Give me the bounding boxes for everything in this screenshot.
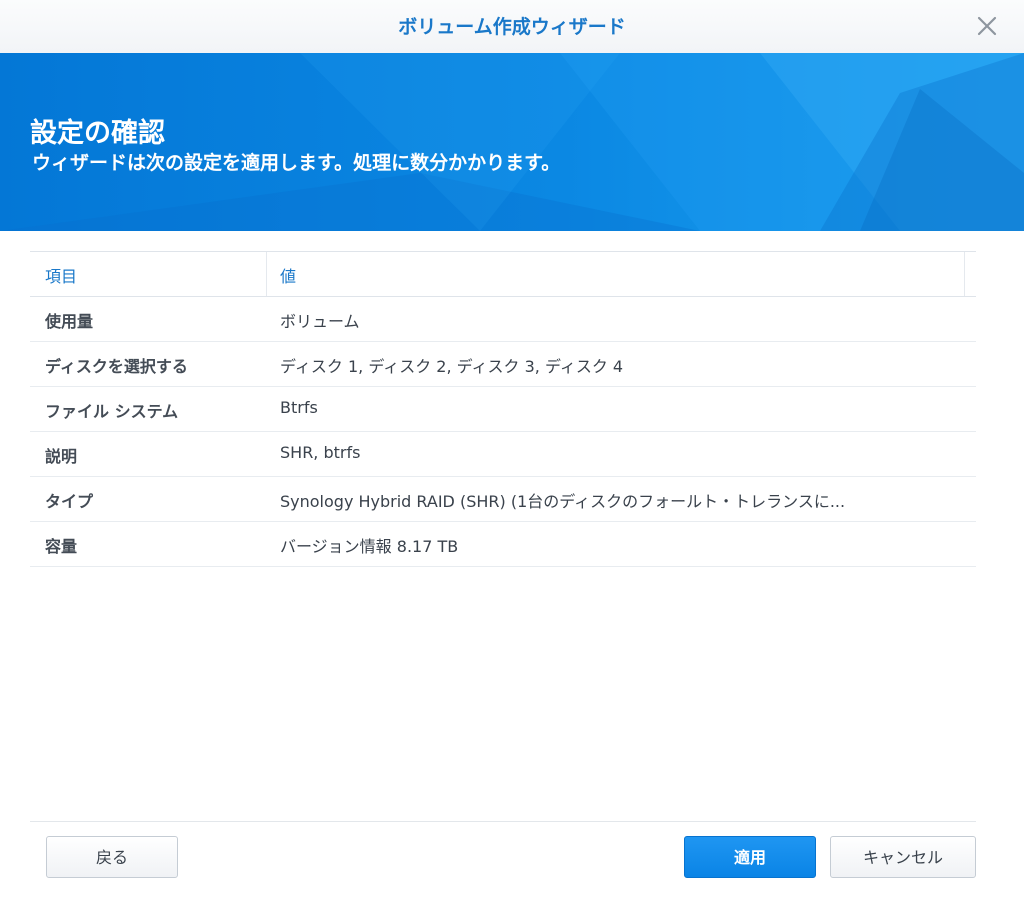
step-banner: 設定の確認 ウィザードは次の設定を適用します。処理に数分かかります。 xyxy=(0,53,1024,231)
row-value-capacity: バージョン情報 8.17 TB xyxy=(280,537,459,556)
dialog-titlebar: ボリューム作成ウィザード xyxy=(0,0,1024,54)
table-row[interactable]: 説明 SHR, btrfs xyxy=(30,432,976,477)
volume-wizard-dialog: ボリューム作成ウィザード 設定の確認 ウィザードは次の設定を適用します。処理に数… xyxy=(0,0,1024,898)
banner-subtitle: ウィザードは次の設定を適用します。処理に数分かかります。 xyxy=(32,152,561,174)
row-value-type: Synology Hybrid RAID (SHR) (1台のディスクのフォール… xyxy=(280,492,846,511)
table-row[interactable]: ディスクを選択する ディスク 1, ディスク 2, ディスク 3, ディスク 4 xyxy=(30,342,976,387)
row-value-disks: ディスク 1, ディスク 2, ディスク 3, ディスク 4 xyxy=(280,357,624,376)
row-value-usage: ボリューム xyxy=(280,312,360,331)
back-button[interactable]: 戻る xyxy=(46,836,178,878)
close-icon xyxy=(977,16,997,36)
dialog-footer: 戻る 適用 キャンセル xyxy=(30,821,976,898)
settings-table: 項目 値 使用量 ボリューム ディスクを選択する ディスク 1, ディスク 2,… xyxy=(30,251,976,567)
cancel-button[interactable]: キャンセル xyxy=(830,836,976,878)
row-value-description: SHR, btrfs xyxy=(280,443,361,462)
table-header: 項目 値 xyxy=(30,251,976,297)
close-button[interactable] xyxy=(974,13,1000,39)
table-row[interactable]: 使用量 ボリューム xyxy=(30,297,976,342)
column-header-value-label: 値 xyxy=(280,267,297,286)
table-row[interactable]: ファイル システム Btrfs xyxy=(30,387,976,432)
table-row[interactable]: 容量 バージョン情報 8.17 TB xyxy=(30,522,976,567)
row-value-filesystem: Btrfs xyxy=(280,398,318,417)
column-header-item[interactable]: 項目 xyxy=(30,252,267,296)
column-header-spacer xyxy=(965,252,991,296)
row-item-disks: ディスクを選択する xyxy=(45,357,188,376)
table-row[interactable]: タイプ Synology Hybrid RAID (SHR) (1台のディスクの… xyxy=(30,477,976,522)
dialog-title: ボリューム作成ウィザード xyxy=(398,16,626,38)
apply-button[interactable]: 適用 xyxy=(684,836,816,878)
row-item-description: 説明 xyxy=(45,447,78,466)
banner-title: 設定の確認 xyxy=(30,118,165,149)
column-header-value[interactable]: 値 xyxy=(267,252,965,296)
row-item-type: タイプ xyxy=(45,492,94,511)
column-header-item-label: 項目 xyxy=(45,267,78,286)
row-item-filesystem: ファイル システム xyxy=(45,402,179,421)
row-item-capacity: 容量 xyxy=(45,537,78,556)
row-item-usage: 使用量 xyxy=(45,312,94,331)
